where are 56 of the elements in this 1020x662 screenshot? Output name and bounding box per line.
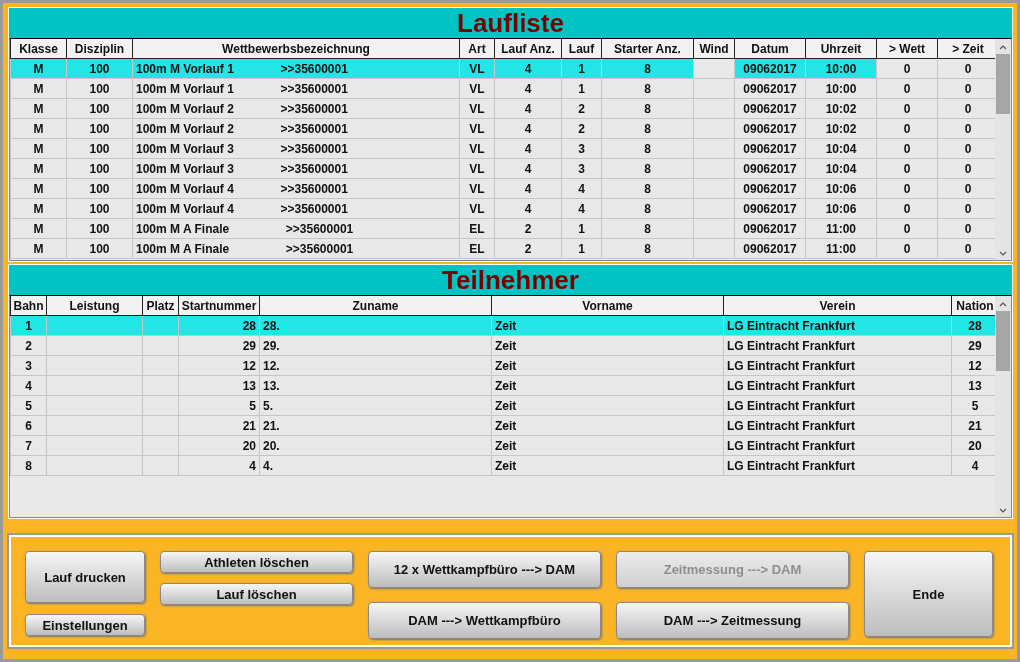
scrollbar[interactable] (995, 296, 1011, 517)
scrollbar[interactable] (995, 39, 1011, 260)
column-header[interactable]: Art (459, 39, 495, 59)
table-cell[interactable]: M (10, 218, 67, 239)
scroll-up-icon[interactable] (999, 302, 1007, 307)
column-header[interactable]: Leistung (46, 296, 143, 316)
table-cell[interactable]: M (10, 238, 67, 259)
column-header[interactable]: Platz (142, 296, 179, 316)
column-header[interactable]: Lauf (561, 39, 602, 59)
column-header[interactable]: Wettbewerbsbezeichnung (132, 39, 460, 59)
table-cell[interactable]: 5 (10, 395, 47, 416)
action-button[interactable]: Athleten löschen (160, 551, 353, 573)
column-header[interactable]: Disziplin (66, 39, 133, 59)
table-cell[interactable]: 8 (10, 455, 47, 476)
column-header[interactable]: Wind (693, 39, 735, 59)
table-cell[interactable]: M (10, 58, 67, 79)
column-header[interactable]: > Zeit (937, 39, 996, 59)
column-header[interactable]: Verein (723, 296, 952, 316)
table-cell[interactable]: 2 (10, 335, 47, 356)
action-button[interactable]: DAM ---> Zeitmessung (616, 602, 849, 639)
scrollbar-thumb[interactable] (996, 54, 1010, 114)
column-header[interactable]: Startnummer (178, 296, 260, 316)
table-cell[interactable]: M (10, 138, 67, 159)
action-button[interactable]: Einstellungen (25, 614, 145, 636)
table-cell[interactable]: M (10, 98, 67, 119)
scroll-down-icon[interactable] (999, 508, 1007, 513)
action-button[interactable]: Lauf drucken (25, 551, 145, 603)
action-button[interactable]: Ende (864, 551, 993, 637)
action-button[interactable]: Lauf löschen (160, 583, 353, 605)
scrollbar-thumb[interactable] (996, 311, 1010, 371)
column-header[interactable]: Zuname (259, 296, 492, 316)
column-header[interactable]: Bahn (10, 296, 47, 316)
column-header[interactable]: Vorname (491, 296, 724, 316)
table-cell[interactable]: M (10, 198, 67, 219)
table-cell[interactable]: 3 (10, 355, 47, 376)
section-title: Laufliste (9, 8, 1012, 38)
column-header[interactable]: Lauf Anz. (494, 39, 562, 59)
column-header[interactable]: Klasse (10, 39, 67, 59)
column-header[interactable]: > Wett (876, 39, 938, 59)
column-header[interactable]: Datum (734, 39, 806, 59)
table-cell[interactable]: 7 (10, 435, 47, 456)
scroll-down-icon[interactable] (999, 251, 1007, 256)
column-header[interactable]: Uhrzeit (805, 39, 877, 59)
column-header[interactable]: Starter Anz. (601, 39, 694, 59)
table-cell[interactable]: M (10, 158, 67, 179)
table-cell[interactable]: 1 (10, 315, 47, 336)
action-button[interactable]: 12 x Wettkampfbüro ---> DAM (368, 551, 601, 588)
table-cell[interactable]: M (10, 78, 67, 99)
scroll-up-icon[interactable] (999, 45, 1007, 50)
table-cell[interactable]: 6 (10, 415, 47, 436)
table-cell[interactable]: M (10, 178, 67, 199)
column-header[interactable]: Nation (951, 296, 996, 316)
table-cell[interactable]: 4 (10, 375, 47, 396)
action-button[interactable]: DAM ---> Wettkampfbüro (368, 602, 601, 639)
table-cell[interactable]: M (10, 118, 67, 139)
section-title: Teilnehmer (9, 265, 1012, 295)
